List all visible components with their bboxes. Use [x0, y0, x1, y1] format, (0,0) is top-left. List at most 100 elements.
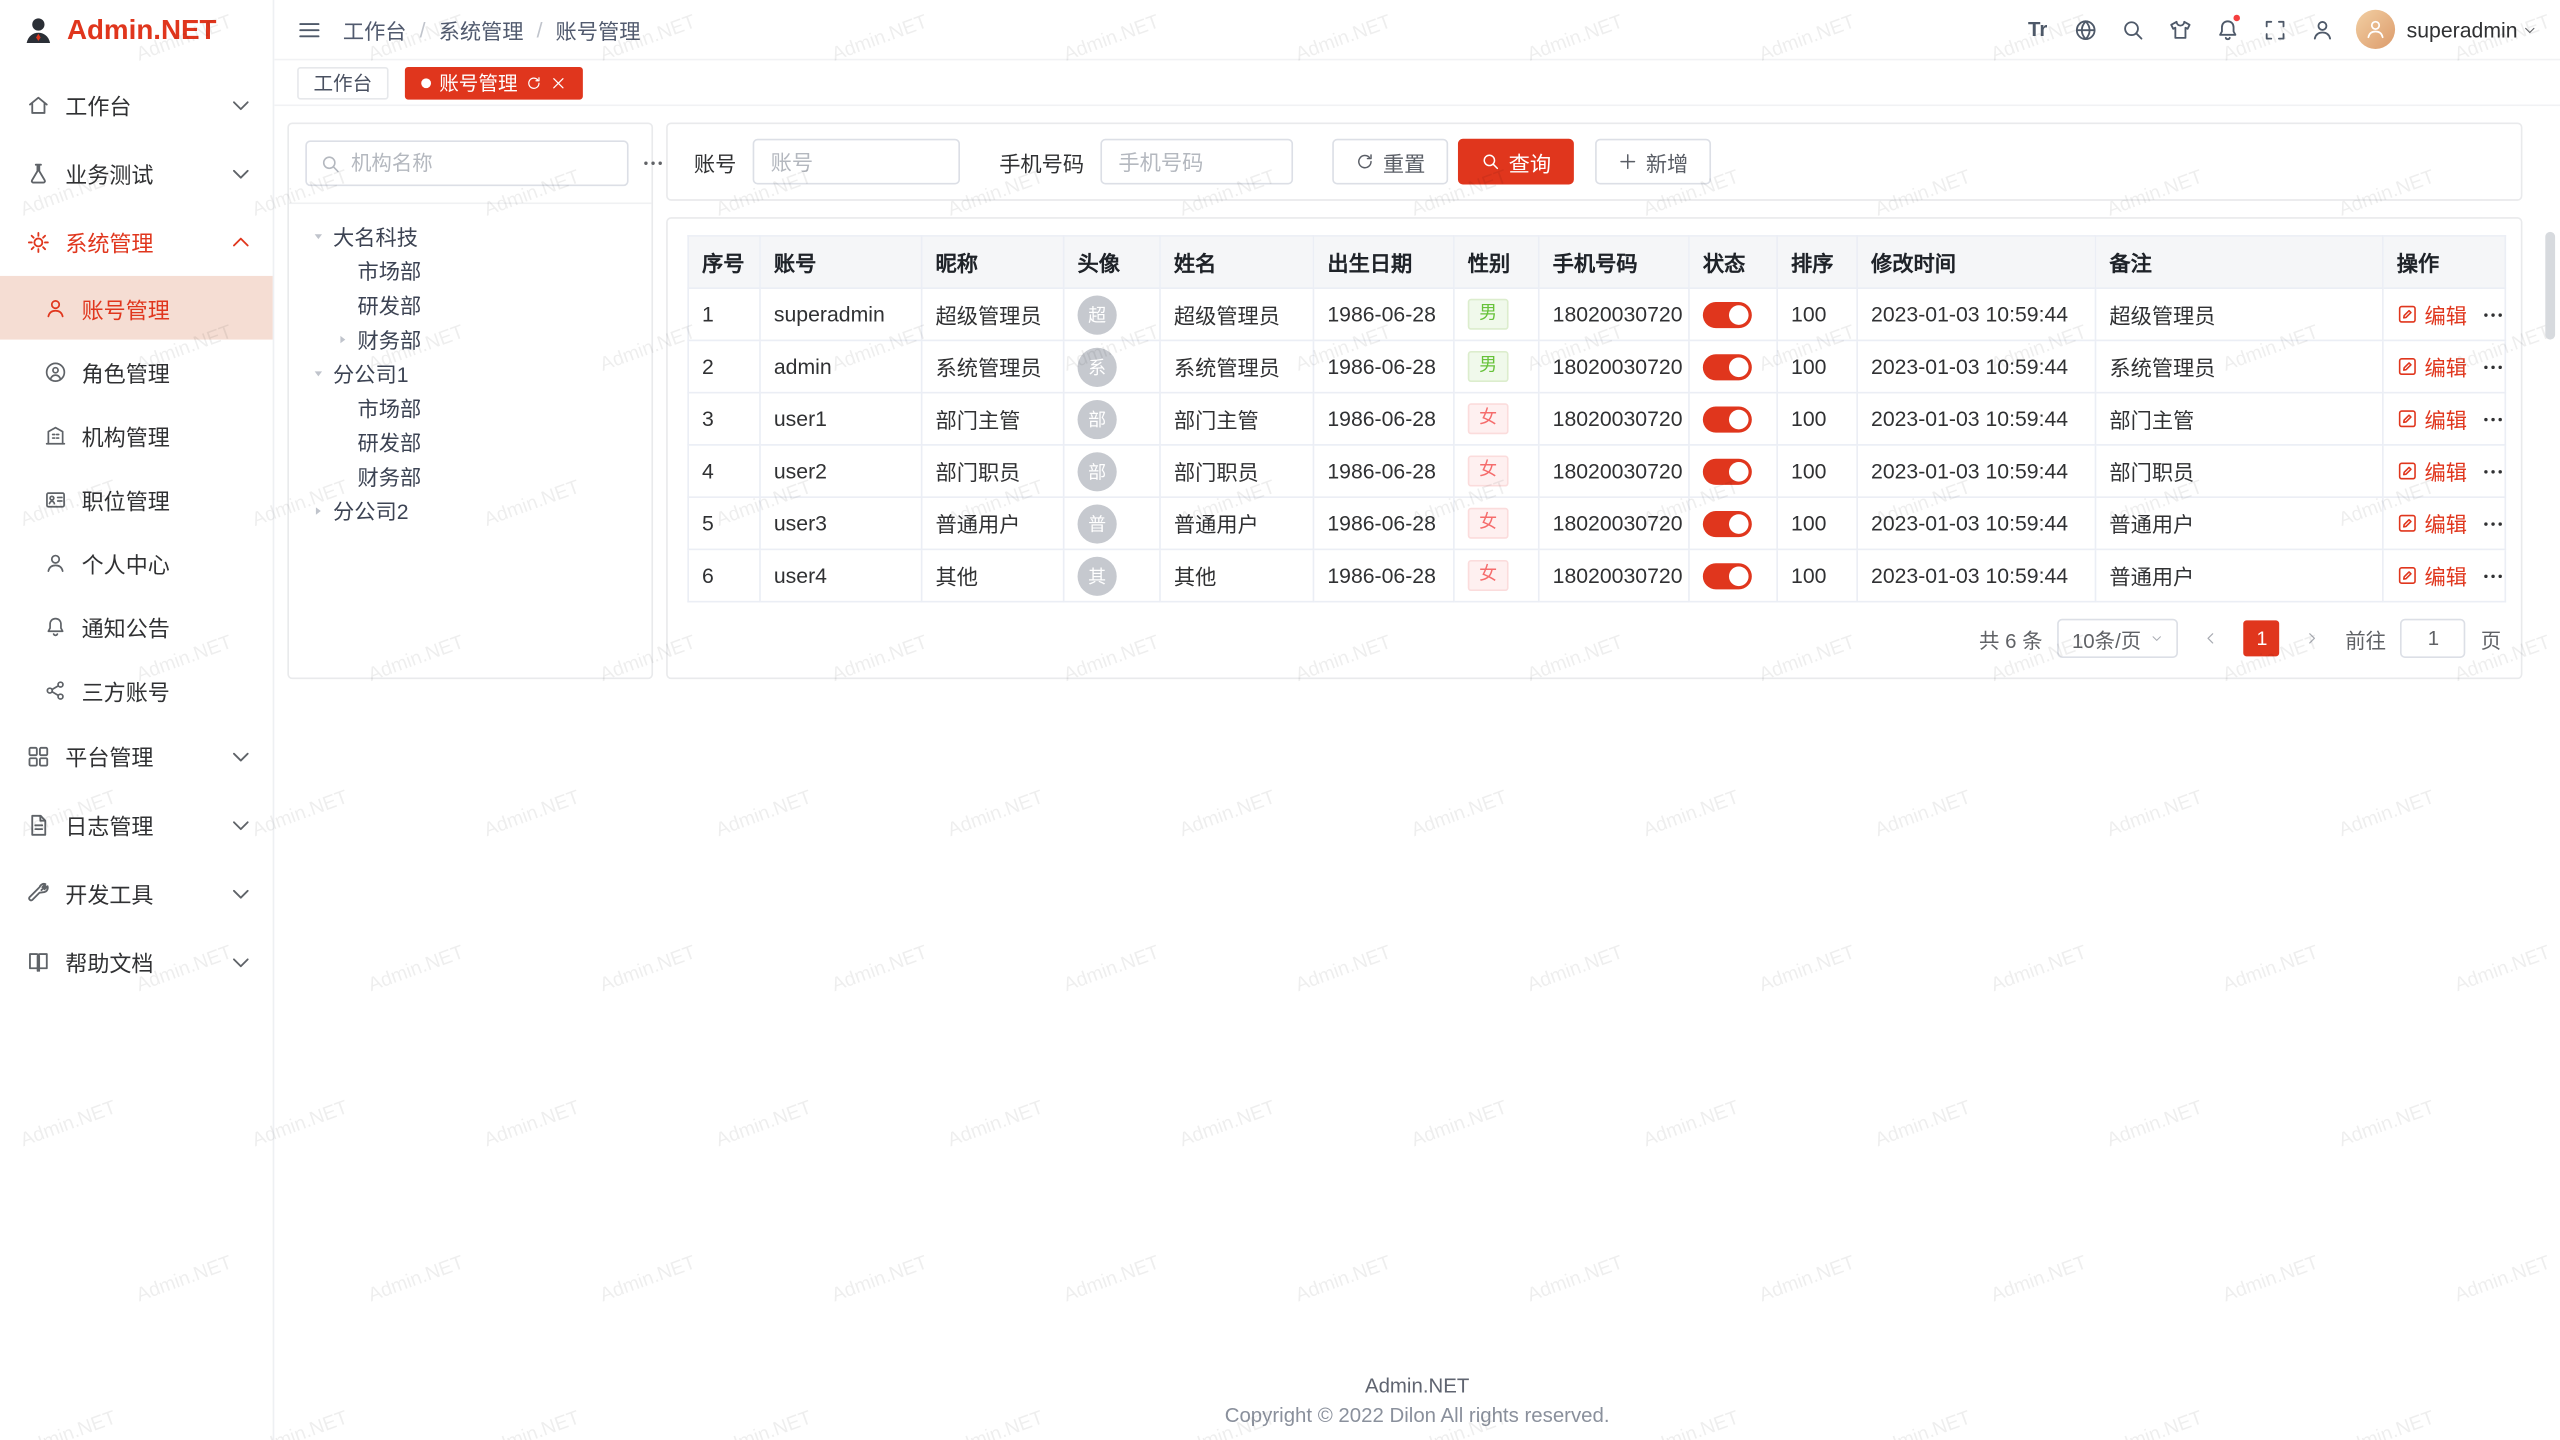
prev-page-button[interactable]: [2193, 620, 2229, 656]
goto-page-input[interactable]: [2401, 619, 2466, 658]
next-page-button[interactable]: [2295, 620, 2331, 656]
breadcrumb-item[interactable]: 工作台: [343, 14, 407, 45]
sidebar-item-系统管理[interactable]: 系统管理: [0, 207, 273, 276]
row-more-button[interactable]: [2482, 303, 2505, 326]
chevron-down-icon: [229, 744, 253, 768]
cell-avatar: 系: [1064, 340, 1160, 392]
org-icon: [44, 424, 67, 447]
edit-button[interactable]: 编辑: [2397, 456, 2467, 487]
status-toggle[interactable]: [1703, 563, 1752, 589]
logo[interactable]: Admin.NET: [0, 0, 273, 60]
edit-button[interactable]: 编辑: [2397, 351, 2467, 382]
sidebar-item-通知公告[interactable]: 通知公告: [0, 594, 273, 658]
row-more-button[interactable]: [2482, 460, 2505, 483]
tab-账号管理[interactable]: 账号管理: [405, 66, 583, 99]
tree-caret-placeholder: [330, 429, 354, 453]
tree-node-label: 分公司1: [333, 358, 408, 389]
tree-node-市场部[interactable]: 市场部: [305, 390, 635, 424]
sidebar-item-日志管理[interactable]: 日志管理: [0, 790, 273, 859]
phone-input[interactable]: [1100, 139, 1293, 185]
status-toggle[interactable]: [1703, 354, 1752, 380]
sidebar-item-角色管理[interactable]: 角色管理: [0, 340, 273, 404]
sidebar-item-机构管理[interactable]: 机构管理: [0, 403, 273, 467]
chevron-down-icon[interactable]: [2522, 22, 2537, 37]
tree-node-研发部[interactable]: 研发部: [305, 424, 635, 458]
bell-icon: [44, 615, 67, 638]
page-number-button[interactable]: 1: [2244, 620, 2280, 656]
status-toggle[interactable]: [1703, 302, 1752, 328]
theme-icon[interactable]: [2158, 8, 2200, 50]
row-more-button[interactable]: [2482, 564, 2505, 587]
tab-refresh-icon[interactable]: [526, 74, 542, 90]
row-more-button[interactable]: [2482, 355, 2505, 378]
tree-node-财务部[interactable]: 财务部: [305, 459, 635, 493]
add-button[interactable]: 新增: [1595, 139, 1711, 185]
column-header-avatar: 头像: [1064, 236, 1160, 288]
scrollbar-thumb[interactable]: [2545, 232, 2555, 340]
search-icon: [1481, 152, 1501, 172]
sidebar-item-三方账号[interactable]: 三方账号: [0, 658, 273, 722]
row-more-button[interactable]: [2482, 407, 2505, 430]
profile-icon[interactable]: [2301, 8, 2343, 50]
fullscreen-icon[interactable]: [2253, 8, 2295, 50]
reset-label: 重置: [1383, 146, 1425, 177]
user-table: 序号账号昵称头像姓名出生日期性别手机号码状态排序修改时间备注操作1superad…: [687, 235, 2506, 602]
sidebar-item-个人中心[interactable]: 个人中心: [0, 531, 273, 595]
search-icon[interactable]: [2111, 8, 2153, 50]
tree-node-研发部[interactable]: 研发部: [305, 287, 635, 321]
org-more-button[interactable]: [642, 144, 665, 183]
account-input[interactable]: [753, 139, 960, 185]
row-more-button[interactable]: [2482, 512, 2505, 535]
sidebar-item-职位管理[interactable]: 职位管理: [0, 467, 273, 531]
tree-node-分公司2[interactable]: 分公司2: [305, 493, 635, 527]
cell-remark: 超级管理员: [2096, 288, 2383, 340]
hamburger-menu-icon[interactable]: [297, 17, 321, 41]
status-toggle[interactable]: [1703, 511, 1752, 537]
table-row: 6user4其他其其他1986-06-28女180200307201002023…: [688, 549, 2505, 601]
tree-node-大名科技[interactable]: 大名科技: [305, 219, 635, 253]
table-row: 2admin系统管理员系系统管理员1986-06-28男180200307201…: [688, 340, 2505, 392]
cell-index: 1: [688, 288, 760, 340]
username[interactable]: superadmin: [2407, 17, 2518, 41]
table-row: 5user3普通用户普普通用户1986-06-28女18020030720100…: [688, 497, 2505, 549]
sidebar-item-平台管理[interactable]: 平台管理: [0, 722, 273, 791]
chevron-down-icon: [229, 92, 253, 116]
reset-button[interactable]: 重置: [1332, 139, 1448, 185]
tab-label: 工作台: [313, 69, 372, 97]
page-size-select[interactable]: 10条/页: [2057, 619, 2178, 658]
tree-node-分公司1[interactable]: 分公司1: [305, 356, 635, 390]
edit-button[interactable]: 编辑: [2397, 508, 2467, 539]
edit-button[interactable]: 编辑: [2397, 403, 2467, 434]
tree-node-label: 财务部: [358, 460, 422, 491]
tree-caret-icon[interactable]: [305, 498, 329, 522]
org-search-input[interactable]: [351, 152, 614, 175]
font-size-icon[interactable]: Tr: [2016, 8, 2058, 50]
main-area: 工作台/系统管理/账号管理 Tr superadmin 工作台账号管理: [274, 0, 2560, 1440]
cell-phone: 18020030720: [1539, 549, 1689, 601]
tree-node-市场部[interactable]: 市场部: [305, 253, 635, 287]
tree-caret-icon[interactable]: [330, 327, 354, 351]
sidebar-item-帮助文档[interactable]: 帮助文档: [0, 927, 273, 996]
edit-button[interactable]: 编辑: [2397, 299, 2467, 330]
sidebar-item-账号管理[interactable]: 账号管理: [0, 276, 273, 340]
tree-caret-icon[interactable]: [305, 224, 329, 248]
share-icon: [44, 678, 67, 701]
edit-button[interactable]: 编辑: [2397, 560, 2467, 591]
tree-node-label: 市场部: [358, 392, 422, 423]
sidebar-item-开发工具[interactable]: 开发工具: [0, 859, 273, 928]
status-toggle[interactable]: [1703, 458, 1752, 484]
notification-bell-icon[interactable]: [2206, 8, 2248, 50]
language-icon[interactable]: [2064, 8, 2106, 50]
search-button[interactable]: 查询: [1458, 139, 1574, 185]
tree-caret-icon[interactable]: [305, 361, 329, 385]
sidebar-item-业务测试[interactable]: 业务测试: [0, 139, 273, 208]
tree-node-财务部[interactable]: 财务部: [305, 322, 635, 356]
user-avatar[interactable]: [2356, 10, 2395, 49]
sidebar-item-label: 个人中心: [82, 546, 253, 579]
status-toggle[interactable]: [1703, 406, 1752, 432]
role-icon: [44, 360, 67, 383]
tab-close-icon[interactable]: [550, 74, 566, 90]
breadcrumb-item[interactable]: 系统管理: [439, 14, 524, 45]
tab-工作台[interactable]: 工作台: [297, 66, 388, 99]
sidebar-item-工作台[interactable]: 工作台: [0, 70, 273, 139]
